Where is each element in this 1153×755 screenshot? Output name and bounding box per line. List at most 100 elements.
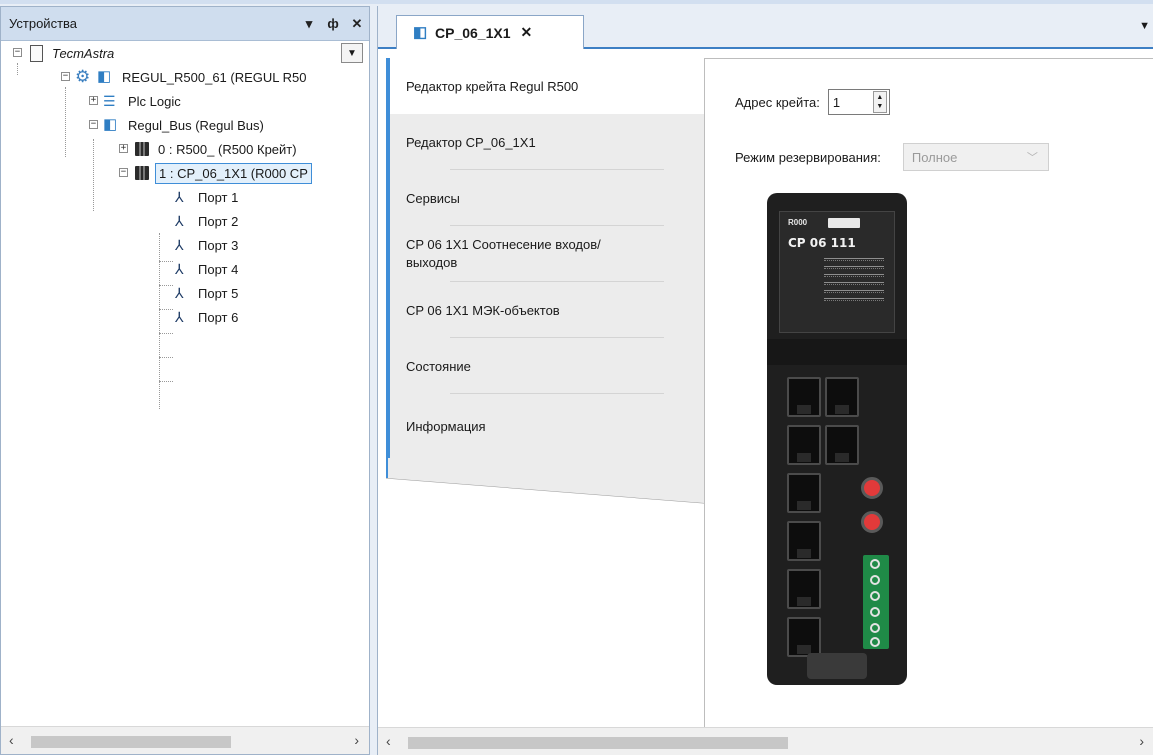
led-legend — [824, 258, 884, 318]
document-tabstrip: ◧ CP_06_1X1 ✕ ▼ — [378, 6, 1153, 49]
tree-item-port[interactable]: ⅄ Порт 6 — [175, 305, 241, 329]
scrollbar-thumb[interactable] — [31, 736, 231, 748]
nav-label: Редактор крейта Regul R500 — [406, 78, 579, 94]
tab-list-dropdown-icon[interactable]: ▼ — [1139, 20, 1150, 32]
editor-horizontal-scrollbar[interactable]: ‹ › — [378, 727, 1153, 755]
editor-nav: Редактор крейта Regul R500 Редактор CP_0… — [386, 58, 704, 458]
crate-address-label: Адрес крейта: — [735, 94, 820, 110]
address-knob-high — [861, 477, 883, 499]
bus-icon: ◧ — [103, 116, 118, 133]
tree-item-label: Порт 4 — [198, 261, 239, 277]
redundancy-select: Полное ﹀ — [902, 143, 1049, 171]
tree-item-port[interactable]: ⅄ Порт 2 — [175, 209, 241, 233]
logic-icon: ☰ — [103, 93, 116, 109]
nav-iec-objects[interactable]: CP 06 1X1 МЭК-объектов — [386, 282, 704, 338]
nav-information[interactable]: Информация — [386, 394, 704, 458]
port-icon: ⅄ — [175, 285, 184, 301]
scroll-right-icon[interactable]: › — [354, 732, 359, 748]
device-tree: − ТестAstra ▼ − ⚙ ◧ REGUL_R500_61 (REGUL… — [1, 41, 369, 727]
tree-item-port[interactable]: ⅄ Порт 4 — [175, 257, 241, 281]
top-rule — [0, 0, 1153, 4]
tree-item-project[interactable]: ТестAstra — [27, 41, 117, 65]
tree-expander-collapse[interactable]: − — [61, 72, 70, 81]
scroll-left-icon[interactable]: ‹ — [386, 733, 391, 749]
crate-icon — [133, 141, 151, 157]
scroll-right-icon[interactable]: › — [1139, 733, 1144, 749]
device-icon: ◧ — [97, 68, 112, 85]
nav-label: Сервисы — [406, 190, 460, 206]
tree-expander-collapse[interactable]: − — [89, 120, 98, 129]
scroll-left-icon[interactable]: ‹ — [9, 732, 14, 748]
address-knob-low — [861, 511, 883, 533]
redundancy-label: Режим резервирования: — [735, 149, 881, 165]
crate-editor-panel: Адрес крейта: 1 ▲ ▼ Режим резервирования:… — [704, 58, 1153, 728]
tree-item-plc[interactable]: ⚙ ◧ REGUL_R500_61 (REGUL R50 — [75, 65, 310, 89]
rj45-port-6 — [787, 617, 821, 657]
close-icon[interactable]: ✕ — [345, 13, 369, 35]
tree-item-plc-logic[interactable]: ☰ Plc Logic — [103, 89, 184, 113]
rj45-port-in — [825, 377, 859, 417]
tree-item-port[interactable]: ⅄ Порт 1 — [175, 185, 241, 209]
tree-combo-dropdown-icon[interactable]: ▼ — [341, 43, 363, 63]
nav-label: CP 06 1X1 Соотнесение входов/выходов — [406, 237, 601, 270]
gear-icon: ⚙ — [75, 67, 91, 86]
editor-area: ◧ CP_06_1X1 ✕ ▼ Редактор крейта Regul R5… — [377, 6, 1153, 755]
tree-item-port[interactable]: ⅄ Порт 3 — [175, 233, 241, 257]
device-icon: ◧ — [413, 23, 428, 41]
nav-crate-editor[interactable]: Редактор крейта Regul R500 — [386, 58, 704, 114]
devices-panel: Устройства ▾ ф ✕ − ТестAstra ▼ − ⚙ ◧ REG… — [0, 6, 370, 755]
tab-cp-06-1x1[interactable]: ◧ CP_06_1X1 ✕ — [396, 15, 584, 49]
close-tab-icon[interactable]: ✕ — [521, 24, 533, 41]
tree-expander-collapse[interactable]: − — [13, 48, 22, 57]
rj45-port-out — [825, 425, 859, 465]
stepper-arrows-icon[interactable]: ▲ ▼ — [872, 91, 887, 113]
power-terminal — [863, 555, 889, 649]
rj45-port-3 — [787, 473, 821, 513]
tree-item-label: Порт 5 — [198, 285, 239, 301]
brand-logo — [828, 218, 860, 228]
pin-icon[interactable]: ф — [321, 13, 345, 35]
tree-item-label: 1 : CP_06_1X1 (R000 CP — [155, 162, 312, 184]
nav-status[interactable]: Состояние — [386, 338, 704, 394]
project-icon — [27, 45, 45, 62]
module-label-plate: R000 CP 06 111 — [779, 211, 895, 333]
tree-item-cp-module[interactable]: 1 : CP_06_1X1 (R000 CP — [133, 161, 312, 185]
tree-item-port[interactable]: ⅄ Порт 5 — [175, 281, 241, 305]
tree-item-label: Порт 2 — [198, 213, 239, 229]
tree-expander-expand[interactable]: + — [89, 96, 98, 105]
tree-item-crate[interactable]: 0 : R500_ (R500 Крейт) — [133, 137, 300, 161]
module-divider — [767, 339, 907, 365]
nav-label: Состояние — [406, 358, 471, 374]
rj45-port-2 — [787, 425, 821, 465]
nav-label: Редактор CP_06_1X1 — [406, 134, 536, 150]
nav-services[interactable]: Сервисы — [386, 170, 704, 226]
crate-address-value[interactable]: 1 — [829, 95, 873, 110]
module-latch — [807, 653, 867, 679]
tree-item-label: Plc Logic — [128, 93, 181, 109]
tree-item-regul-bus[interactable]: ◧ Regul_Bus (Regul Bus) — [103, 113, 267, 137]
tree-item-label: Порт 1 — [198, 189, 239, 205]
tree-item-label: ТестAstra — [52, 45, 115, 61]
devices-horizontal-scrollbar[interactable]: ‹ › — [1, 726, 369, 754]
scrollbar-thumb[interactable] — [408, 737, 788, 749]
tree-item-label: REGUL_R500_61 (REGUL R50 — [122, 69, 307, 85]
crate-address-stepper[interactable]: 1 ▲ ▼ — [827, 89, 890, 115]
redundancy-row: Режим резервирования: Полное ﹀ — [735, 143, 1049, 171]
redundancy-value: Полное — [911, 149, 958, 165]
chevron-down-icon: ﹀ — [1026, 152, 1038, 164]
nav-io-mapping[interactable]: CP 06 1X1 Соотнесение входов/выходов — [386, 226, 704, 282]
tree-item-label: 0 : R500_ (R500 Крейт) — [158, 141, 297, 157]
panel-menu-dropdown-icon[interactable]: ▾ — [297, 13, 321, 35]
tree-expander-expand[interactable]: + — [119, 144, 128, 153]
tree-expander-collapse[interactable]: − — [119, 168, 128, 177]
module-model-big: CP 06 111 — [788, 236, 856, 250]
module-image: R000 CP 06 111 — [767, 193, 907, 685]
tree-item-label: Порт 6 — [198, 309, 239, 325]
port-icon: ⅄ — [175, 261, 184, 277]
rj45-port-1 — [787, 377, 821, 417]
devices-panel-header: Устройства ▾ ф ✕ — [1, 7, 369, 41]
module-model-small: R000 — [788, 218, 808, 227]
rj45-port-4 — [787, 521, 821, 561]
port-icon: ⅄ — [175, 189, 184, 205]
nav-module-editor[interactable]: Редактор CP_06_1X1 — [386, 114, 704, 170]
